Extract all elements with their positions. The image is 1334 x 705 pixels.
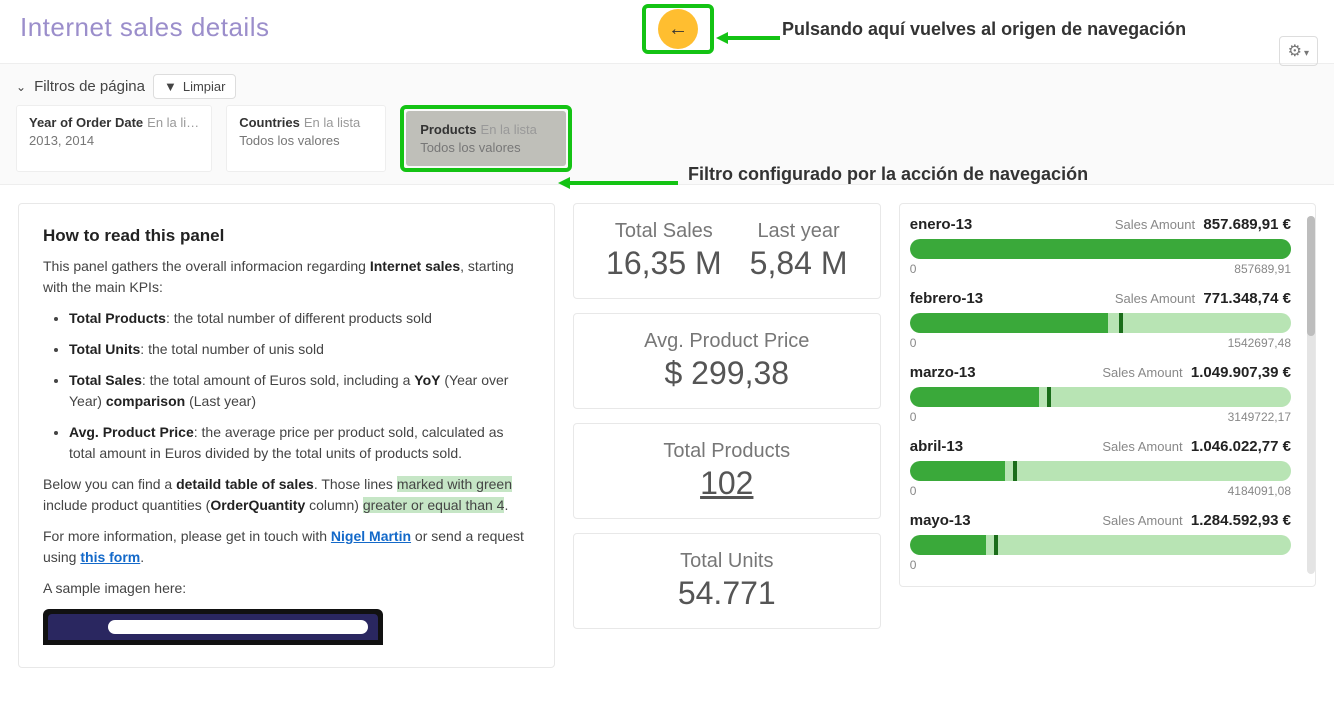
scrollbar-thumb[interactable] <box>1307 216 1315 336</box>
month-meta: Sales Amount <box>1102 439 1182 454</box>
back-button[interactable]: ← <box>658 9 698 49</box>
scrollbar[interactable] <box>1307 216 1315 574</box>
filter-icon: ▼ <box>164 79 177 94</box>
kpi-avg-price: Avg. Product Price $ 299,38 <box>573 313 881 409</box>
month-row: marzo-13 Sales Amount 1.049.907,39 € 0 31… <box>910 364 1291 424</box>
annotation-filter: Filtro configurado por la acción de nave… <box>688 164 1088 185</box>
filter-name: Products <box>420 122 476 137</box>
filter-value: Todos los valores <box>239 132 373 150</box>
month-value: 857.689,91 € <box>1203 216 1291 233</box>
bar-track <box>910 313 1291 333</box>
bar-track <box>910 239 1291 259</box>
kpi-value: 5,84 M <box>750 245 848 282</box>
kpi-value: 16,35 M <box>606 245 722 282</box>
kpi-value: 54.771 <box>584 575 870 612</box>
filter-value: Todos los valores <box>420 139 552 157</box>
link-nigel[interactable]: Nigel Martin <box>331 528 411 544</box>
gear-icon: ⚙ <box>1288 43 1302 60</box>
range-max: 3149722,17 <box>1228 410 1291 424</box>
filter-name: Year of Order Date <box>29 115 143 130</box>
bullet-avg-price: Avg. Product Price: the average price pe… <box>69 422 530 464</box>
back-highlight: ← <box>642 4 714 54</box>
kpi-value: $ 299,38 <box>584 355 870 392</box>
month-value: 771.348,74 € <box>1203 290 1291 307</box>
month-name: abril-13 <box>910 438 963 455</box>
kpi-label: Total Units <box>584 550 870 573</box>
bar-fill <box>910 239 1291 259</box>
month-row: abril-13 Sales Amount 1.046.022,77 € 0 41… <box>910 438 1291 498</box>
kpi-value[interactable]: 102 <box>584 465 870 502</box>
bullet-total-products: Total Products: the total number of diff… <box>69 308 530 329</box>
month-name: enero-13 <box>910 216 973 233</box>
info-more: For more information, please get in touc… <box>43 526 530 568</box>
bar-track <box>910 461 1291 481</box>
kpi-total-sales: Total Sales 16,35 M Last year 5,84 M <box>573 203 881 299</box>
filter-card-year[interactable]: Year of Order Date En la li… 2013, 2014 <box>16 105 212 172</box>
kpi-label: Total Products <box>584 440 870 463</box>
info-intro: This panel gathers the overall informaci… <box>43 256 530 298</box>
month-row: febrero-13 Sales Amount 771.348,74 € 0 15… <box>910 290 1291 350</box>
bar-track <box>910 387 1291 407</box>
kpi-label: Avg. Product Price <box>584 330 870 353</box>
settings-button[interactable]: ⚙▾ <box>1279 36 1318 66</box>
clear-filters-button[interactable]: ▼ Limpiar <box>153 74 237 99</box>
bar-track <box>910 535 1291 555</box>
month-row: enero-13 Sales Amount 857.689,91 € 0 8576… <box>910 216 1291 276</box>
bar-fill <box>910 535 986 555</box>
caret-down-icon: ▾ <box>1304 48 1309 59</box>
range-min: 0 <box>910 336 917 350</box>
month-meta: Sales Amount <box>1115 217 1195 232</box>
filter-cond: En la li… <box>147 115 199 130</box>
annotation-back: Pulsando aquí vuelves al origen de naveg… <box>782 19 1186 40</box>
info-panel: How to read this panel This panel gather… <box>18 203 555 668</box>
page-title: Internet sales details <box>20 12 269 43</box>
filter-card-products[interactable]: Products En la lista Todos los valores <box>406 111 566 166</box>
bullet-total-units: Total Units: the total number of unis so… <box>69 339 530 360</box>
filter-card-countries[interactable]: Countries En la lista Todos los valores <box>226 105 386 172</box>
filter-cond: En la lista <box>481 122 537 137</box>
range-min: 0 <box>910 410 917 424</box>
clear-label: Limpiar <box>183 79 226 94</box>
filter-highlight: Products En la lista Todos los valores <box>400 105 572 172</box>
month-value: 1.049.907,39 € <box>1191 364 1291 381</box>
info-title: How to read this panel <box>43 226 530 246</box>
kpi-total-units: Total Units 54.771 <box>573 533 881 629</box>
arrow-left-icon: ← <box>668 18 688 41</box>
bar-fill <box>910 461 1005 481</box>
kpi-total-products: Total Products 102 <box>573 423 881 519</box>
filters-heading: Filtros de página <box>34 78 145 95</box>
range-min: 0 <box>910 484 917 498</box>
filters-toggle[interactable]: ⌄ <box>16 80 26 94</box>
range-min: 0 <box>910 262 917 276</box>
month-meta: Sales Amount <box>1102 513 1182 528</box>
filter-cond: En la lista <box>304 115 360 130</box>
month-meta: Sales Amount <box>1115 291 1195 306</box>
kpi-label: Total Sales <box>606 220 722 243</box>
bar-fill <box>910 387 1040 407</box>
month-name: marzo-13 <box>910 364 976 381</box>
annotation-arrow-icon <box>716 29 780 47</box>
month-name: mayo-13 <box>910 512 971 529</box>
range-max: 1542697,48 <box>1228 336 1291 350</box>
range-min: 0 <box>910 558 917 572</box>
link-form[interactable]: this form <box>80 549 140 565</box>
month-row: mayo-13 Sales Amount 1.284.592,93 € 0 <box>910 512 1291 572</box>
range-max: 4184091,08 <box>1228 484 1291 498</box>
filter-value: 2013, 2014 <box>29 132 199 150</box>
months-panel: enero-13 Sales Amount 857.689,91 € 0 8576… <box>899 203 1316 587</box>
info-below: Below you can find a detaild table of sa… <box>43 474 530 516</box>
sample-caption: A sample imagen here: <box>43 578 530 599</box>
kpi-label: Last year <box>750 220 848 243</box>
month-value: 1.046.022,77 € <box>1191 438 1291 455</box>
annotation-arrow-icon <box>558 174 678 192</box>
bar-fill <box>910 313 1108 333</box>
range-max: 857689,91 <box>1234 262 1291 276</box>
month-meta: Sales Amount <box>1102 365 1182 380</box>
month-name: febrero-13 <box>910 290 983 307</box>
month-value: 1.284.592,93 € <box>1191 512 1291 529</box>
bullet-total-sales: Total Sales: the total amount of Euros s… <box>69 370 530 412</box>
filter-name: Countries <box>239 115 300 130</box>
sample-image <box>43 609 383 645</box>
